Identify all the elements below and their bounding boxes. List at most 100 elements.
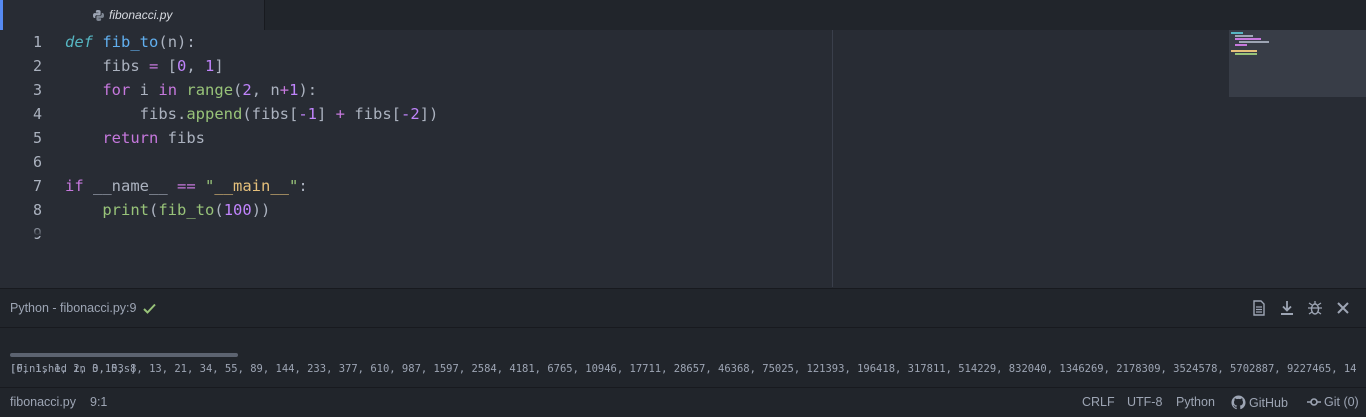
status-grammar[interactable]: Python xyxy=(1176,395,1215,409)
tab-bar: fibonacci.py xyxy=(0,0,1366,31)
token: , xyxy=(251,81,271,99)
token: ] xyxy=(317,105,336,123)
line-number: 1 xyxy=(32,33,42,51)
token: [ xyxy=(167,57,177,75)
token: " xyxy=(205,177,215,195)
status-cursor-position[interactable]: 9:1 xyxy=(90,395,107,409)
status-line-ending[interactable]: CRLF xyxy=(1082,395,1115,409)
panel-title-group: Python - fibonacci.py:9 xyxy=(10,301,157,315)
minimap-line xyxy=(1235,44,1247,46)
status-github-label: GitHub xyxy=(1249,395,1288,410)
token: )) xyxy=(251,201,271,219)
active-tab-indicator xyxy=(0,0,3,30)
token: ): xyxy=(298,81,318,99)
bug-icon[interactable] xyxy=(1306,299,1324,317)
token: + xyxy=(279,81,290,99)
token: for xyxy=(102,81,131,99)
minimap-line xyxy=(1239,41,1269,43)
token: ): xyxy=(177,33,196,51)
code-line-7: if __name__ == "__main__": xyxy=(65,174,438,198)
token: ( xyxy=(158,33,168,51)
status-github[interactable]: GitHub xyxy=(1231,395,1288,410)
line-number: 3 xyxy=(32,81,42,99)
token: 1 xyxy=(205,57,215,75)
check-icon xyxy=(143,303,157,314)
minimap[interactable] xyxy=(1229,30,1366,97)
token: __name__ xyxy=(83,177,177,195)
token: (fibs[ xyxy=(242,105,299,123)
token: n xyxy=(270,81,280,99)
token: i xyxy=(139,81,150,99)
line-number: 2 xyxy=(32,57,42,75)
token: if xyxy=(65,177,84,195)
panel-toolbar xyxy=(1250,299,1352,317)
file-icon[interactable] xyxy=(1250,299,1268,317)
token: fib_to xyxy=(102,33,159,51)
minimap-line xyxy=(1235,38,1261,40)
token: range xyxy=(186,81,234,99)
token: ( xyxy=(233,81,243,99)
token: fib_to xyxy=(158,201,215,219)
github-icon xyxy=(1231,395,1246,410)
panel-title: Python - fibonacci.py:9 xyxy=(10,301,137,315)
line-number: 6 xyxy=(32,153,42,171)
status-git[interactable]: Git (0) xyxy=(1307,395,1359,409)
token: 2 xyxy=(242,81,252,99)
token: " xyxy=(289,177,299,195)
token: __main__ xyxy=(214,177,290,195)
code-line-2: fibs = [0, 1] xyxy=(65,54,438,78)
token: ]) xyxy=(419,105,439,123)
close-icon[interactable] xyxy=(1334,299,1352,317)
token: ] xyxy=(214,57,224,75)
code-line-1: def fib_to(n): xyxy=(65,30,438,54)
status-encoding[interactable]: UTF-8 xyxy=(1127,395,1162,409)
token: append xyxy=(186,105,243,123)
token: print xyxy=(102,201,149,219)
output-line: [Finished in 0.103s] xyxy=(10,363,137,375)
line-number: 5 xyxy=(32,129,42,147)
panel-header: Python - fibonacci.py:9 xyxy=(0,289,1366,328)
status-filename[interactable]: fibonacci.py xyxy=(10,395,76,409)
output-line: [0, 1, 1, 2, 3, 5, 8, 13, 21, 34, 55, 89… xyxy=(10,363,1356,375)
git-commit-icon xyxy=(1307,397,1321,407)
token: def xyxy=(65,33,93,51)
token: 100 xyxy=(223,201,252,219)
line-number: 7 xyxy=(32,177,42,195)
token: fibs xyxy=(102,57,140,75)
token: fibs xyxy=(158,129,205,147)
token: + xyxy=(335,105,346,123)
horizontal-scrollbar[interactable] xyxy=(10,353,238,357)
minimap-line xyxy=(1231,50,1257,52)
tab-fibonacci[interactable]: fibonacci.py xyxy=(0,0,265,30)
status-bar: fibonacci.py 9:1 CRLF UTF-8 Python GitHu… xyxy=(0,387,1366,417)
download-icon[interactable] xyxy=(1278,299,1296,317)
token: n xyxy=(167,33,178,51)
token: ( xyxy=(149,201,159,219)
token: : xyxy=(298,177,308,195)
line-number: 8 xyxy=(32,201,42,219)
tab-title-group: fibonacci.py xyxy=(92,8,172,22)
line-number-gutter: 1 2 3 4 5 6 7 8 9 xyxy=(0,30,52,246)
code-lines[interactable]: def fib_to(n): fibs = [0, 1] for i in ra… xyxy=(65,30,438,246)
python-file-icon xyxy=(92,9,105,22)
code-editor[interactable]: 1 2 3 4 5 6 7 8 9 def fib_to(n): fibs = … xyxy=(0,30,1366,287)
token: -2 xyxy=(401,105,420,123)
editor-bottom-fade xyxy=(0,226,830,236)
tab-filename: fibonacci.py xyxy=(109,8,173,22)
token: 0 xyxy=(177,57,187,75)
code-line-3: for i in range(2, n+1): xyxy=(65,78,438,102)
output-panel: Python - fibonacci.py:9 [0, 1, 1, 2, 3, … xyxy=(0,288,1366,387)
token: , xyxy=(186,57,206,75)
token: ( xyxy=(214,201,224,219)
token: fibs. xyxy=(139,105,187,123)
